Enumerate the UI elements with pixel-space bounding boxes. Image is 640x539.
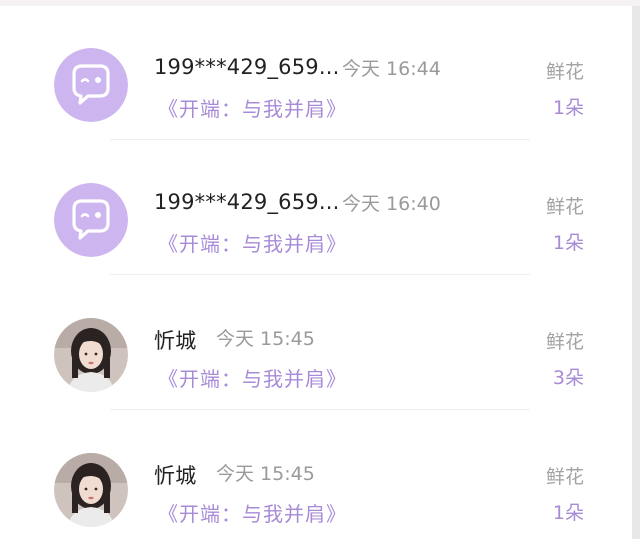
timestamp: 今天 15:45 xyxy=(216,463,315,485)
gift-type: 鲜花 xyxy=(545,331,584,353)
timestamp: 今天 15:45 xyxy=(216,328,315,350)
work-title-link[interactable]: 《开端：与我并肩》 xyxy=(158,498,347,527)
gift-type: 鲜花 xyxy=(545,61,584,83)
divider xyxy=(110,274,530,275)
gift-count: 1朵 xyxy=(552,97,584,119)
gift-type: 鲜花 xyxy=(545,196,584,218)
user-name[interactable]: 忻城 xyxy=(154,325,196,355)
gift-record-list: 199***429_659... 今天 16:44 《开端：与我并肩》 鲜花 1… xyxy=(0,0,630,539)
photo-avatar-icon xyxy=(54,453,128,527)
divider xyxy=(110,409,530,410)
avatar[interactable] xyxy=(54,48,128,122)
list-item[interactable]: 忻城 今天 15:45 《开端：与我并肩》 鲜花 3朵 xyxy=(0,288,630,423)
gift-count: 3朵 xyxy=(552,367,584,389)
work-title-link[interactable]: 《开端：与我并肩》 xyxy=(158,228,347,257)
avatar[interactable] xyxy=(54,453,128,527)
list-item[interactable]: 199***429_659... 今天 16:44 《开端：与我并肩》 鲜花 1… xyxy=(0,18,630,153)
gift-count: 1朵 xyxy=(552,502,584,524)
user-name[interactable]: 忻城 xyxy=(154,460,196,490)
user-name[interactable]: 199***429_659... xyxy=(154,55,339,79)
work-title-link[interactable]: 《开端：与我并肩》 xyxy=(158,93,347,122)
avatar[interactable] xyxy=(54,183,128,257)
gift-count: 1朵 xyxy=(552,232,584,254)
timestamp: 今天 16:40 xyxy=(342,193,441,215)
user-name[interactable]: 199***429_659... xyxy=(154,190,339,214)
scrollbar[interactable] xyxy=(632,6,640,539)
avatar[interactable] xyxy=(54,318,128,392)
default-avatar-icon xyxy=(54,183,128,257)
timestamp: 今天 16:44 xyxy=(342,58,441,80)
photo-avatar-icon xyxy=(54,318,128,392)
gift-type: 鲜花 xyxy=(545,466,584,488)
default-avatar-icon xyxy=(54,48,128,122)
list-item[interactable]: 忻城 今天 15:45 《开端：与我并肩》 鲜花 1朵 xyxy=(0,423,630,539)
list-item[interactable]: 199***429_659... 今天 16:40 《开端：与我并肩》 鲜花 1… xyxy=(0,153,630,288)
work-title-link[interactable]: 《开端：与我并肩》 xyxy=(158,363,347,392)
divider xyxy=(110,139,530,140)
